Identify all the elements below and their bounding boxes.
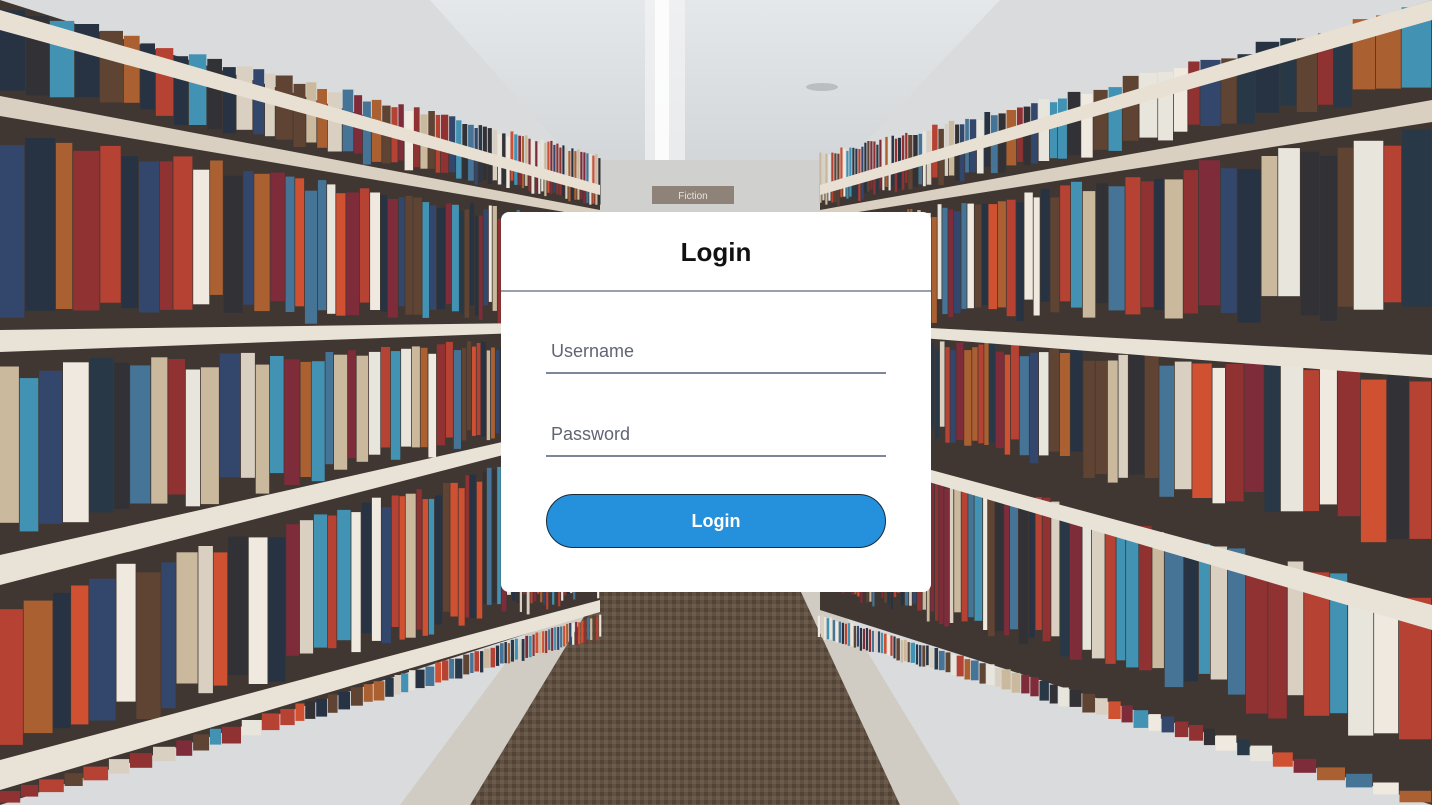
login-button[interactable]: Login [546, 494, 886, 548]
login-card: Login Login [501, 212, 931, 592]
login-card-header: Login [501, 212, 931, 292]
password-field [546, 413, 886, 457]
username-field [546, 330, 886, 374]
login-title: Login [680, 236, 752, 267]
login-page: Fiction Login Login [0, 0, 1432, 805]
password-input[interactable] [546, 413, 886, 457]
username-input[interactable] [546, 330, 886, 374]
